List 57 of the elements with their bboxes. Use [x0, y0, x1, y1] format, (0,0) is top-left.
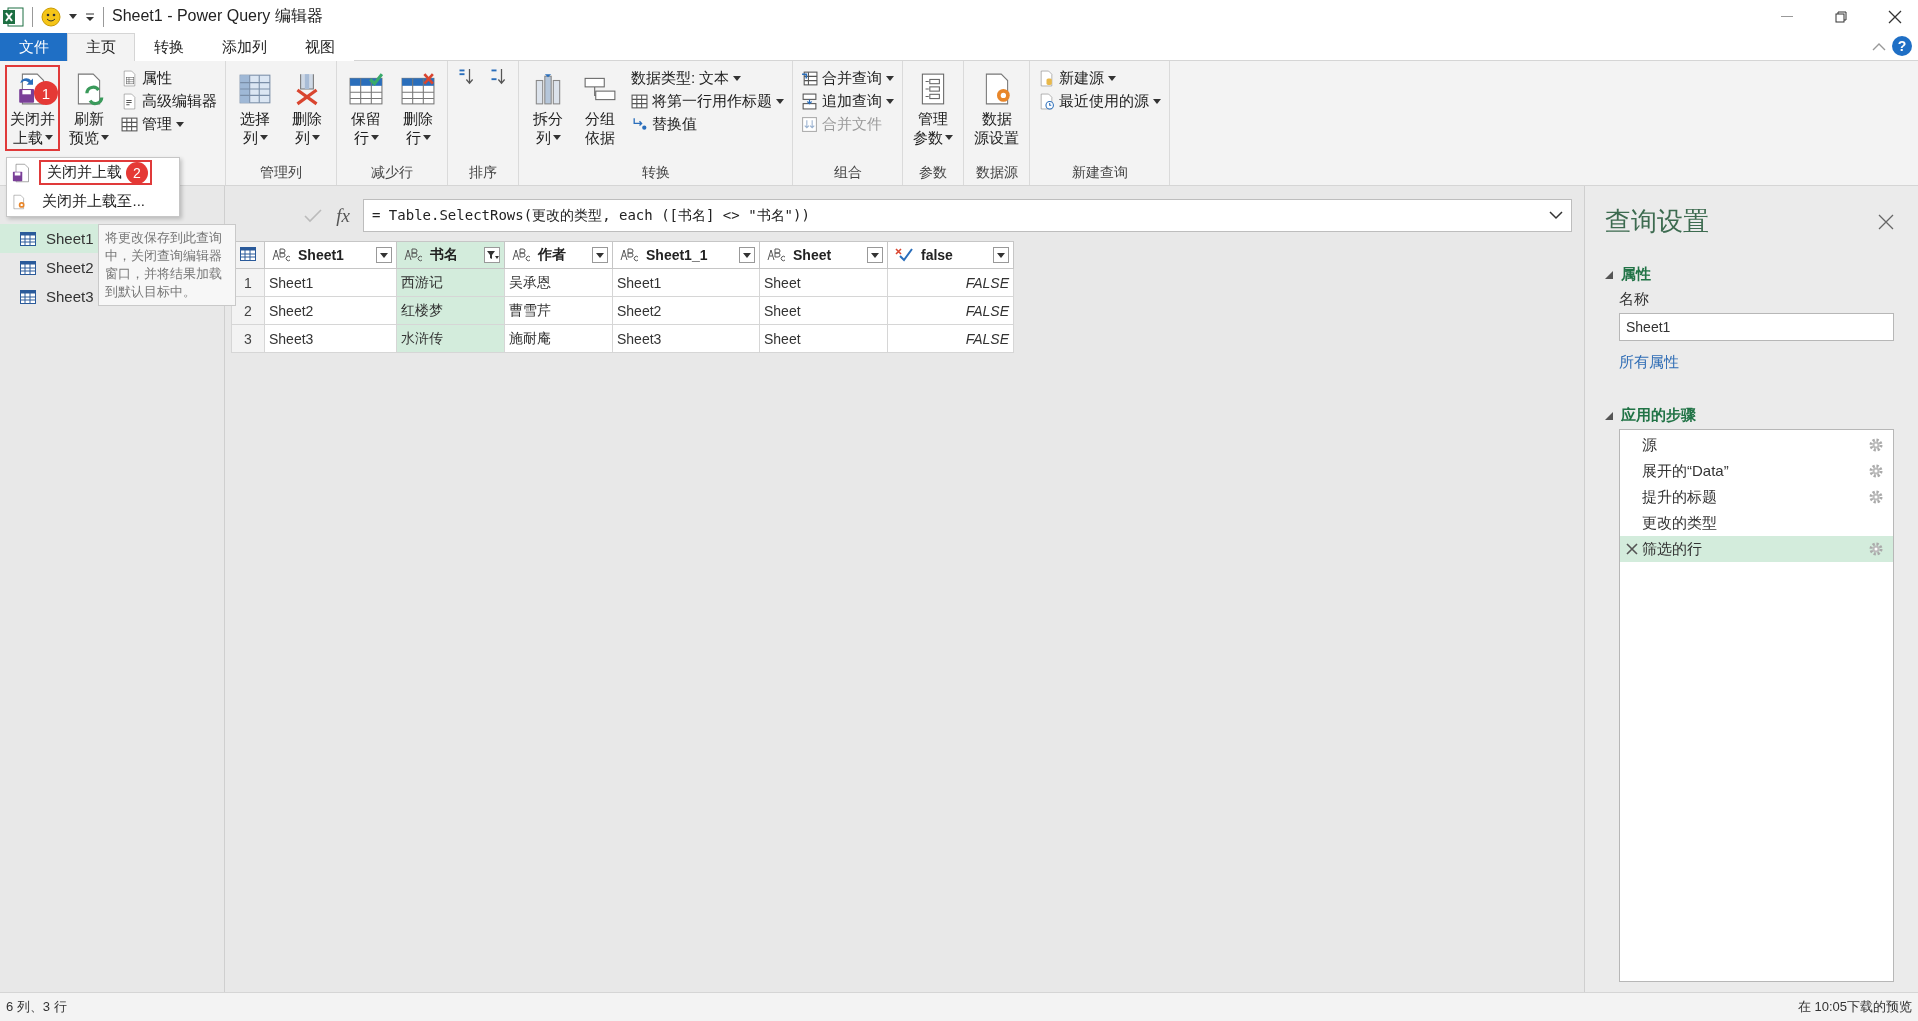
table-cell: 西游记: [396, 268, 505, 297]
button-label: 参数: [913, 128, 953, 147]
button-label: 预览: [69, 128, 109, 147]
table-cell: Sheet2: [264, 296, 397, 325]
step-badge: 1: [34, 81, 58, 105]
table-cell: 水浒传: [396, 324, 505, 353]
group-label: 排序: [468, 163, 498, 182]
button-label: 行: [353, 128, 379, 147]
group-label: 减少行: [370, 163, 414, 182]
button-label: 源设置: [974, 128, 1019, 147]
group-label: 转换: [640, 163, 671, 182]
table-cell: FALSE: [887, 324, 1014, 353]
tooltip: 将更改保存到此查询中，关闭查询编辑器窗口，并将结果加载到默认目标中。: [98, 224, 236, 306]
window-title: Sheet1 - Power Query 编辑器: [112, 6, 323, 26]
button-label: 删除: [403, 109, 433, 128]
button-label: 列: [294, 128, 320, 147]
status-text: 6 列、3 行: [6, 998, 67, 1016]
button-label: 刷新: [74, 109, 104, 128]
button-label: 列: [535, 128, 561, 147]
button-label: 选择: [240, 109, 270, 128]
table-cell: Sheet2: [612, 296, 760, 325]
group-label: 数据源: [974, 163, 1019, 182]
table-cell: Sheet3: [612, 324, 760, 353]
button-label: 依据: [585, 128, 615, 147]
table-cell: 施耐庵: [504, 324, 613, 353]
group-label: 新建查询: [1070, 163, 1129, 182]
section-heading: 属性: [1621, 265, 1651, 284]
button-label: 行: [405, 128, 431, 147]
button-label: 数据: [981, 109, 1012, 128]
step-badge: 2: [126, 162, 148, 184]
table-cell: Sheet1: [612, 268, 760, 297]
table-cell: 吴承恩: [504, 268, 613, 297]
button-label: 分组: [585, 109, 615, 128]
button-label: 列: [242, 128, 268, 147]
table-cell: FALSE: [887, 268, 1014, 297]
group-label: 管理列: [259, 163, 303, 182]
button-label: 拆分: [533, 109, 563, 128]
button-label: 保留: [351, 109, 381, 128]
button-label: 关闭并: [10, 109, 55, 128]
button-label: 管理: [918, 109, 948, 128]
table-cell: 曹雪芹: [504, 296, 613, 325]
pane-title: 查询设置: [1605, 205, 1709, 238]
section-heading: 应用的步骤: [1621, 406, 1696, 425]
table-cell: 红楼梦: [396, 296, 505, 325]
field-label: 名称: [1619, 290, 1650, 309]
group-label: 参数: [918, 163, 948, 182]
button-label: 删除: [292, 109, 322, 128]
button-label: 上载: [12, 128, 53, 147]
table-cell: Sheet: [759, 268, 888, 297]
status-text: 在 10:05下载的预览: [1797, 998, 1912, 1016]
table-cell: Sheet1: [264, 268, 397, 297]
row-number: 3: [231, 324, 265, 353]
table-cell: Sheet: [759, 296, 888, 325]
table-cell: Sheet: [759, 324, 888, 353]
table-cell: FALSE: [887, 296, 1014, 325]
group-label: 组合: [832, 163, 863, 182]
table-cell: Sheet3: [264, 324, 397, 353]
